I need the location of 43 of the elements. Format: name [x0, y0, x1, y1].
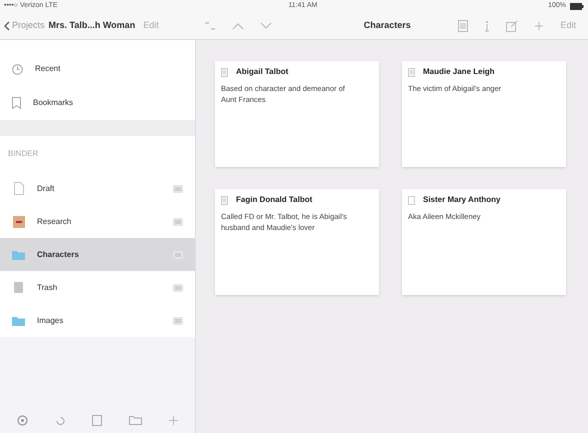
action-icon[interactable] — [173, 218, 183, 226]
up-icon[interactable] — [232, 22, 244, 30]
trash-icon — [14, 282, 23, 293]
action-icon[interactable] — [173, 316, 183, 324]
add-icon[interactable] — [534, 20, 544, 30]
card-title: Sister Mary Anthony — [423, 194, 500, 206]
project-title: Mrs. Talb...h Woman — [48, 18, 136, 32]
bookmark-icon — [12, 97, 21, 109]
sidebar-item[interactable]: Recent — [35, 63, 60, 75]
action-icon[interactable] — [173, 250, 183, 258]
card-title: Abigail Talbot — [236, 66, 288, 78]
battery-icon — [570, 2, 584, 10]
view-title: Characters — [364, 18, 411, 32]
document-icon — [221, 196, 228, 204]
settings-icon[interactable] — [17, 414, 28, 426]
compose-icon[interactable] — [506, 20, 518, 32]
down-icon[interactable] — [260, 22, 272, 30]
chevron-left-icon — [4, 20, 10, 30]
card-title: Maudie Jane Leigh — [423, 66, 495, 78]
new-folder-icon[interactable] — [129, 415, 142, 425]
binder-item-label: Draft — [37, 182, 56, 194]
binder-item[interactable]: Characters — [0, 238, 195, 271]
folder-icon — [12, 316, 25, 326]
info-icon[interactable] — [484, 20, 490, 32]
action-icon[interactable] — [173, 284, 183, 292]
document-icon — [408, 68, 415, 76]
document-icon — [14, 182, 24, 195]
sync-icon[interactable] — [54, 414, 66, 426]
card-title: Fagin Donald Talbot — [236, 194, 312, 206]
sidebar-item[interactable]: Bookmarks — [33, 97, 74, 109]
blank-document-icon — [408, 196, 415, 204]
binder-item-label: Research — [37, 216, 72, 228]
binder-item-label: Images — [37, 314, 64, 326]
binder-item-label: Trash — [37, 282, 58, 294]
add-icon[interactable] — [168, 416, 178, 424]
clock-icon — [12, 64, 23, 74]
folder-icon — [12, 250, 25, 260]
binder-item-label: Characters — [37, 248, 80, 260]
box-icon — [12, 216, 24, 228]
document-icon[interactable] — [458, 20, 468, 32]
section-header: BINDER — [8, 149, 38, 158]
action-icon[interactable] — [173, 184, 183, 192]
document-icon — [221, 68, 228, 76]
